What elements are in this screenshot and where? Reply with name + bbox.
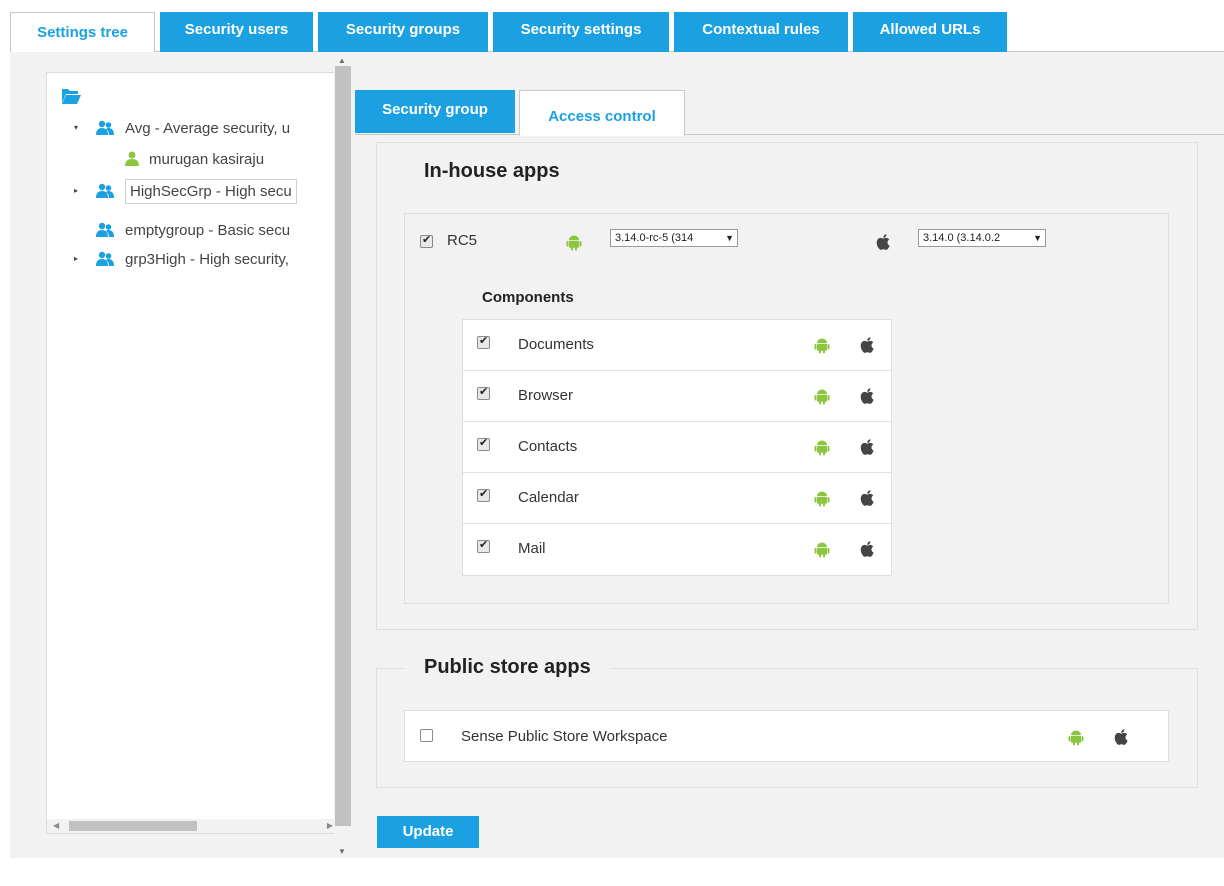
content-frame: ▾ Avg - Average security, u murugan kasi… [10,52,1224,858]
apple-icon [1114,729,1128,745]
user-icon [125,151,139,166]
list-item: Mail [463,524,891,575]
list-item: Calendar [463,473,891,524]
group-detail-tab-bar: Security group Access control [355,90,1224,136]
tree-node-avg[interactable]: ▾ Avg - Average security, u [71,115,290,141]
component-checkbox[interactable] [477,436,490,451]
tree-horizontal-scrollbar[interactable]: ◀ ▶ [47,819,339,833]
scroll-left-icon[interactable]: ◀ [53,819,59,833]
tab-security-users[interactable]: Security users [160,12,313,52]
tree-node-highsecgrp[interactable]: ▸ HighSecGrp - High secu [71,176,297,206]
ios-version-select[interactable]: 3.14.0 (3.14.0.2 ▼ [918,229,1046,247]
list-item: Browser [463,371,891,422]
tree-node-label[interactable]: murugan kasiraju [149,151,264,168]
dropdown-arrow-icon: ▼ [723,230,734,246]
tree-node-label[interactable]: emptygroup - Basic secu [125,222,290,239]
inhouse-apps-legend: In-house apps [404,160,580,183]
component-name: Browser [518,387,574,404]
top-tab-bar: Settings tree Security users Security gr… [10,12,1224,53]
list-item: Sense Public Store Workspace [404,710,1169,762]
tab-allowed-urls[interactable]: Allowed URLs [853,12,1007,52]
android-icon [814,542,830,558]
list-item: Contacts [463,422,891,473]
components-list: Documents Browser Contacts Calendar Mail [462,319,892,576]
tab-security-group[interactable]: Security group [355,90,515,133]
component-checkbox[interactable] [477,538,490,553]
public-app-name: Sense Public Store Workspace [461,728,668,745]
scrollbar-thumb[interactable] [335,66,351,826]
scroll-up-icon[interactable]: ▲ [338,56,346,65]
apple-icon [860,388,874,404]
collapse-icon[interactable]: ▾ [71,123,81,133]
dropdown-arrow-icon: ▼ [1031,230,1042,246]
android-icon [566,235,582,251]
app-name: RC5 [447,232,478,249]
component-checkbox[interactable] [477,385,490,400]
android-version-value: 3.14.0-rc-5 (314 [615,232,694,244]
tab-access-control[interactable]: Access control [519,90,685,136]
tab-security-groups[interactable]: Security groups [318,12,488,52]
update-button[interactable]: Update [377,816,479,848]
components-heading: Components [482,289,574,306]
user-group-icon [96,222,114,237]
apple-icon [876,234,890,250]
vertical-scrollbar[interactable]: ▲ ▼ [334,52,351,858]
component-name: Calendar [518,489,579,506]
tree-node-label[interactable]: Avg - Average security, u [125,120,290,137]
android-icon [1068,730,1084,746]
tree-node-emptygroup[interactable]: emptygroup - Basic secu [95,217,290,243]
folder-open-icon[interactable] [61,87,81,105]
tab-security-settings[interactable]: Security settings [493,12,669,52]
expand-icon[interactable]: ▸ [71,186,81,196]
component-checkbox[interactable] [477,487,490,502]
scrollbar-thumb[interactable] [69,821,197,831]
android-version-select[interactable]: 3.14.0-rc-5 (314 ▼ [610,229,738,247]
scroll-down-icon[interactable]: ▼ [338,847,346,856]
tree-node-user[interactable]: murugan kasiraju [125,146,264,172]
tree-node-grp3high[interactable]: ▸ grp3High - High security, [71,246,289,272]
component-name: Documents [518,336,594,353]
android-icon [814,338,830,354]
apple-icon [860,439,874,455]
android-icon [814,440,830,456]
expand-icon[interactable]: ▸ [71,254,81,264]
settings-tree-pane: ▾ Avg - Average security, u murugan kasi… [46,72,340,834]
user-group-icon [96,120,114,135]
user-group-icon [96,251,114,266]
list-item: Documents [463,320,891,371]
app-checkbox[interactable] [420,233,433,248]
android-icon [814,389,830,405]
public-app-checkbox[interactable] [420,729,433,742]
apple-icon [860,337,874,353]
tab-settings-tree[interactable]: Settings tree [10,12,155,53]
tree-node-label[interactable]: grp3High - High security, [125,251,289,268]
component-name: Mail [518,540,546,557]
user-group-icon [96,183,114,198]
component-name: Contacts [518,438,578,455]
ios-version-value: 3.14.0 (3.14.0.2 [923,232,1001,244]
tree-node-label[interactable]: HighSecGrp - High secu [125,178,297,204]
tab-contextual-rules[interactable]: Contextual rules [674,12,848,52]
apple-icon [860,490,874,506]
apple-icon [860,541,874,557]
component-checkbox[interactable] [477,334,490,349]
android-icon [814,491,830,507]
public-apps-legend: Public store apps [404,656,611,679]
scroll-right-icon[interactable]: ▶ [327,819,333,833]
